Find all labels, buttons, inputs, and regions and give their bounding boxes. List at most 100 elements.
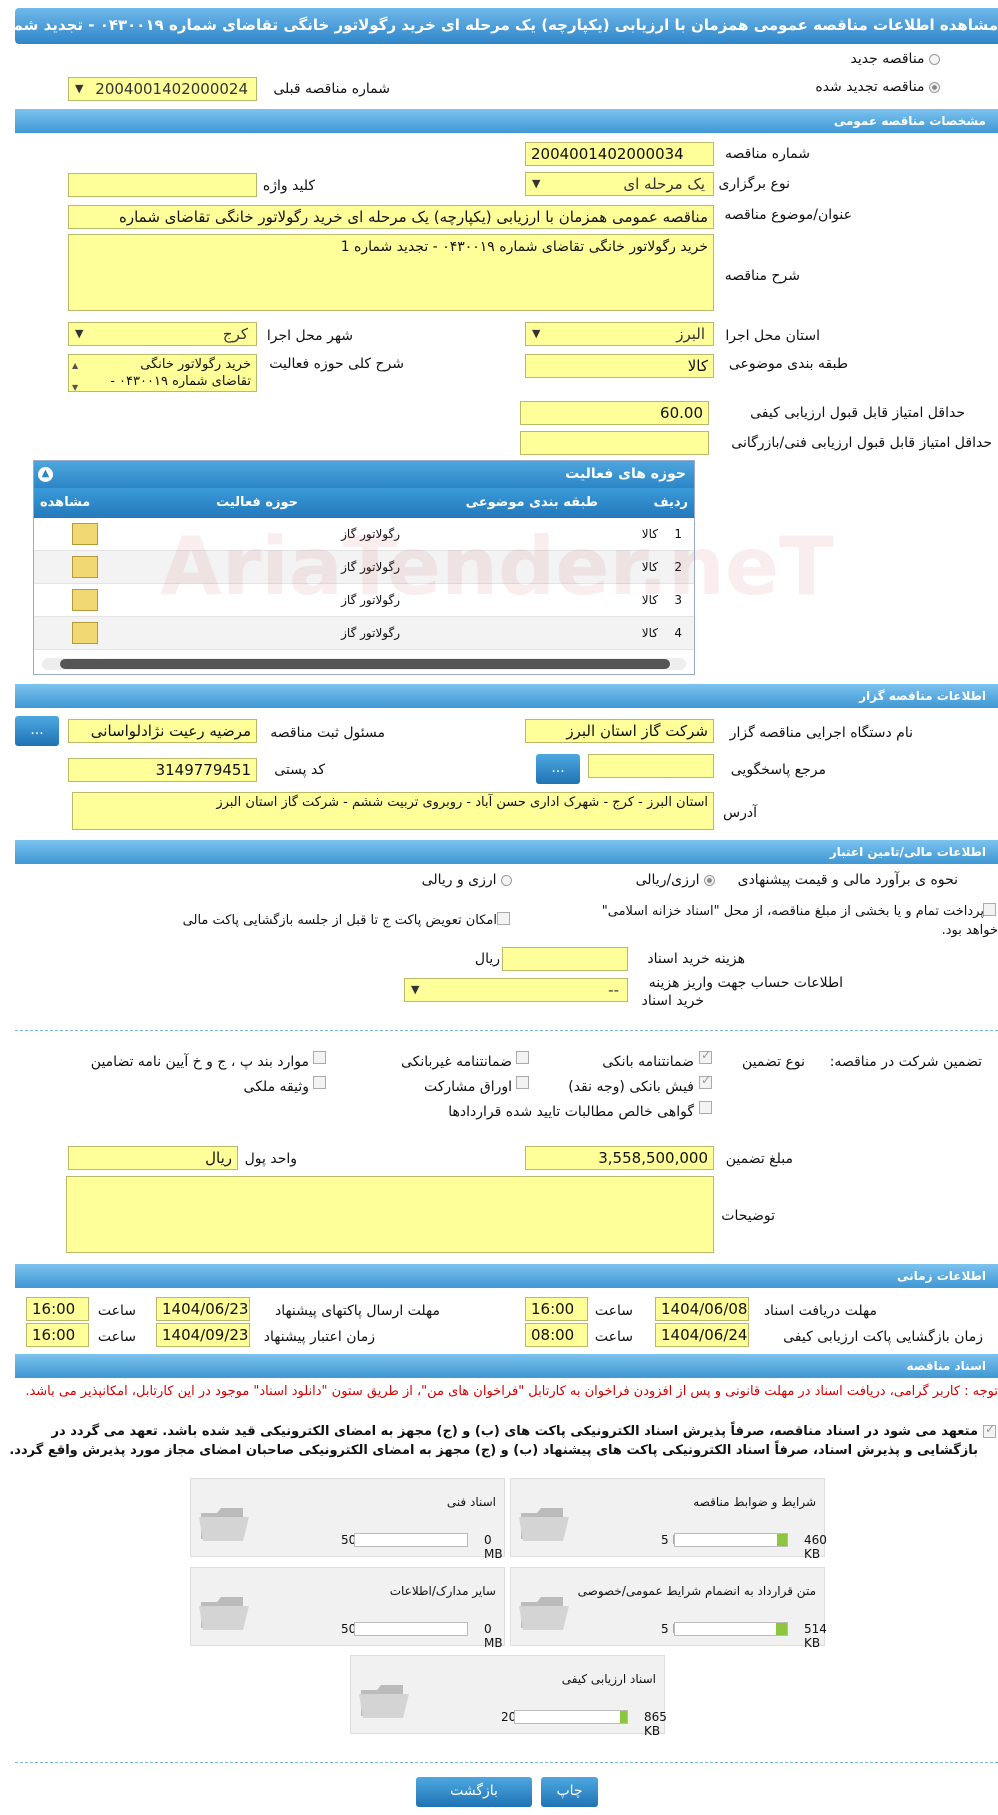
activity-desc-field[interactable]: خرید رگولاتور خانگی تقاضای شماره ۰۴۳۰۰۱۹… [68, 354, 257, 392]
doc-current-size: 460 KB [804, 1533, 827, 1561]
divider [15, 1762, 998, 1763]
row-field: رگولاتور گاز [341, 593, 400, 607]
tender-number-label: شماره مناقصه [725, 146, 810, 162]
activities-table: حوزه های فعالیت ▲ ردیف طبقه بندی موضوعی … [33, 460, 695, 675]
city-label: شهر محل اجرا [266, 328, 353, 344]
reference-lookup-button[interactable]: ... [536, 754, 580, 784]
row-category: کالا [641, 593, 658, 607]
view-icon[interactable] [72, 523, 98, 545]
doc-tile[interactable]: متن قرارداد به انضمام شرایط عمومی/خصوصی … [510, 1567, 827, 1650]
province-select[interactable]: البرز ▼ [525, 322, 714, 346]
view-icon[interactable] [72, 589, 98, 611]
doc-current-size: 0 MB [484, 1622, 503, 1650]
collapse-icon[interactable]: ▲ [38, 467, 53, 482]
radio-renewed[interactable] [929, 81, 940, 93]
regs-checkbox[interactable] [313, 1051, 326, 1064]
doc-tile[interactable]: سایر مدارک/اطلاعات 50 MB 0 MB [190, 1567, 505, 1650]
account-select[interactable]: -- ▼ [404, 978, 628, 1002]
treasury-checkbox[interactable] [983, 903, 996, 916]
doc-tile[interactable]: اسناد ارزیابی کیفی 20 MB 865 KB [350, 1655, 667, 1738]
doc-progress [354, 1622, 468, 1636]
min-quality-label: حداقل امتیاز قابل قبول ارزیابی کیفی [750, 405, 965, 421]
postal-field: 3149779451 [68, 758, 257, 782]
renewed-tender-option[interactable]: مناقصه تجدید شده [815, 79, 940, 95]
city-value: کرج [222, 325, 248, 343]
responsible-lookup-button[interactable]: ... [15, 716, 59, 746]
nonbank-checkbox[interactable] [516, 1051, 529, 1064]
horizontal-scrollbar[interactable] [42, 658, 686, 670]
section-docs: اسناد مناقصه [15, 1354, 998, 1378]
hold-type-value: یک مرحله ای [623, 175, 705, 193]
estimate-option-2[interactable]: ارزی و ریالی [422, 872, 512, 888]
claims-checkbox[interactable] [699, 1101, 712, 1114]
folder-icon [517, 1501, 571, 1545]
doc-progress-fill [620, 1711, 627, 1723]
view-icon[interactable] [72, 556, 98, 578]
doc-progress [674, 1533, 788, 1547]
scroll-down-icon[interactable]: ▼ [72, 379, 78, 391]
table-row: 4 کالا رگولاتور گاز [34, 617, 694, 650]
regs-label: موارد بند پ ، ج و خ آیین نامه تضامین [90, 1054, 309, 1070]
hold-type-label: نوع برگزاری [718, 176, 790, 192]
scrollbar-thumb[interactable] [60, 659, 670, 669]
col-row: ردیف [653, 495, 688, 510]
back-button[interactable]: بازگشت [416, 1777, 532, 1807]
postal-label: کد پستی [274, 762, 325, 778]
notes-textarea[interactable] [66, 1176, 714, 1253]
reference-field [588, 754, 714, 778]
currency-field: ریال [68, 1146, 238, 1170]
doc-cost-label: هزینه خرید اسناد [647, 951, 745, 967]
estimate-option-1-label: ارزی/ریالی [635, 872, 700, 888]
section-general: مشخصات مناقصه عمومی [15, 109, 998, 133]
subject-field: مناقصه عمومی همزمان با ارزیابی (یکپارچه)… [68, 205, 714, 229]
chevron-down-icon: ▼ [532, 177, 541, 190]
table-row: 2 کالا رگولاتور گاز [34, 551, 694, 584]
estimate-option-2-label: ارزی و ریالی [421, 872, 497, 888]
get-docs-date: 1404/06/08 [655, 1297, 749, 1321]
scroll-up-icon[interactable]: ▲ [72, 357, 78, 374]
radio-estimate-2[interactable] [501, 874, 512, 886]
col-category: طبقه بندی موضوعی [465, 495, 598, 510]
notes-label: توضیحات [721, 1208, 775, 1224]
doc-title: اسناد فنی [446, 1495, 496, 1509]
row-field: رگولاتور گاز [341, 560, 400, 574]
doc-title: اسناد ارزیابی کیفی [561, 1672, 656, 1686]
desc-textarea[interactable]: خرید رگولاتور خانگی تقاضای شماره ۰۴۳۰۰۱۹… [68, 234, 714, 311]
subject-label: عنوان/موضوع مناقصه [724, 207, 852, 223]
keyword-field[interactable] [68, 173, 257, 197]
property-checkbox[interactable] [313, 1076, 326, 1089]
send-time: 16:00 [26, 1297, 89, 1321]
prev-tender-select[interactable]: 2004001402000024 ▼ [68, 77, 257, 101]
bonds-checkbox[interactable] [516, 1076, 529, 1089]
doc-tile[interactable]: شرایط و ضوابط مناقصه 5 MB 460 KB [510, 1478, 827, 1561]
radio-new[interactable] [929, 53, 940, 65]
row-number: 3 [674, 593, 682, 607]
bank-guarantee-checkbox[interactable] [699, 1048, 712, 1064]
estimate-label: نحوه ی برآورد مالی و قیمت پیشنهادی [737, 872, 958, 888]
activities-title: حوزه های فعالیت [565, 466, 686, 482]
new-tender-option[interactable]: مناقصه جدید [851, 51, 940, 67]
activities-table-header: حوزه های فعالیت ▲ [34, 461, 694, 488]
doc-tile[interactable]: اسناد فنی 50 MB 0 MB [190, 1478, 505, 1561]
section-organizer: اطلاعات مناقصه گزار [15, 684, 998, 708]
get-docs-time: 16:00 [525, 1297, 588, 1321]
row-category: کالا [641, 626, 658, 640]
claims-label: گواهی خالص مطالبات تایید شده قراردادها [448, 1104, 694, 1120]
cash-checkbox[interactable] [699, 1073, 712, 1089]
estimate-option-1[interactable]: ارزی/ریالی [636, 872, 715, 888]
commit-checkbox[interactable] [983, 1422, 996, 1438]
radio-estimate-1[interactable] [704, 874, 715, 886]
print-button[interactable]: چاپ [541, 1777, 598, 1807]
divider [15, 1030, 998, 1031]
hold-type-select[interactable]: یک مرحله ای ▼ [525, 172, 714, 196]
view-icon[interactable] [72, 622, 98, 644]
swap-checkbox[interactable] [497, 912, 510, 925]
doc-title: متن قرارداد به انضمام شرایط عمومی/خصوصی [577, 1584, 816, 1598]
doc-current-size: 514 KB [804, 1622, 827, 1650]
send-date: 1404/06/23 [156, 1297, 250, 1321]
city-select[interactable]: کرج ▼ [68, 322, 257, 346]
valid-label: زمان اعتبار پیشنهاد [263, 1329, 375, 1345]
col-view: مشاهده [40, 495, 91, 510]
open-label: زمان بازگشایی پاکت ارزیابی کیفی [783, 1329, 983, 1345]
tender-number-field: 2004001402000034 [525, 142, 714, 166]
